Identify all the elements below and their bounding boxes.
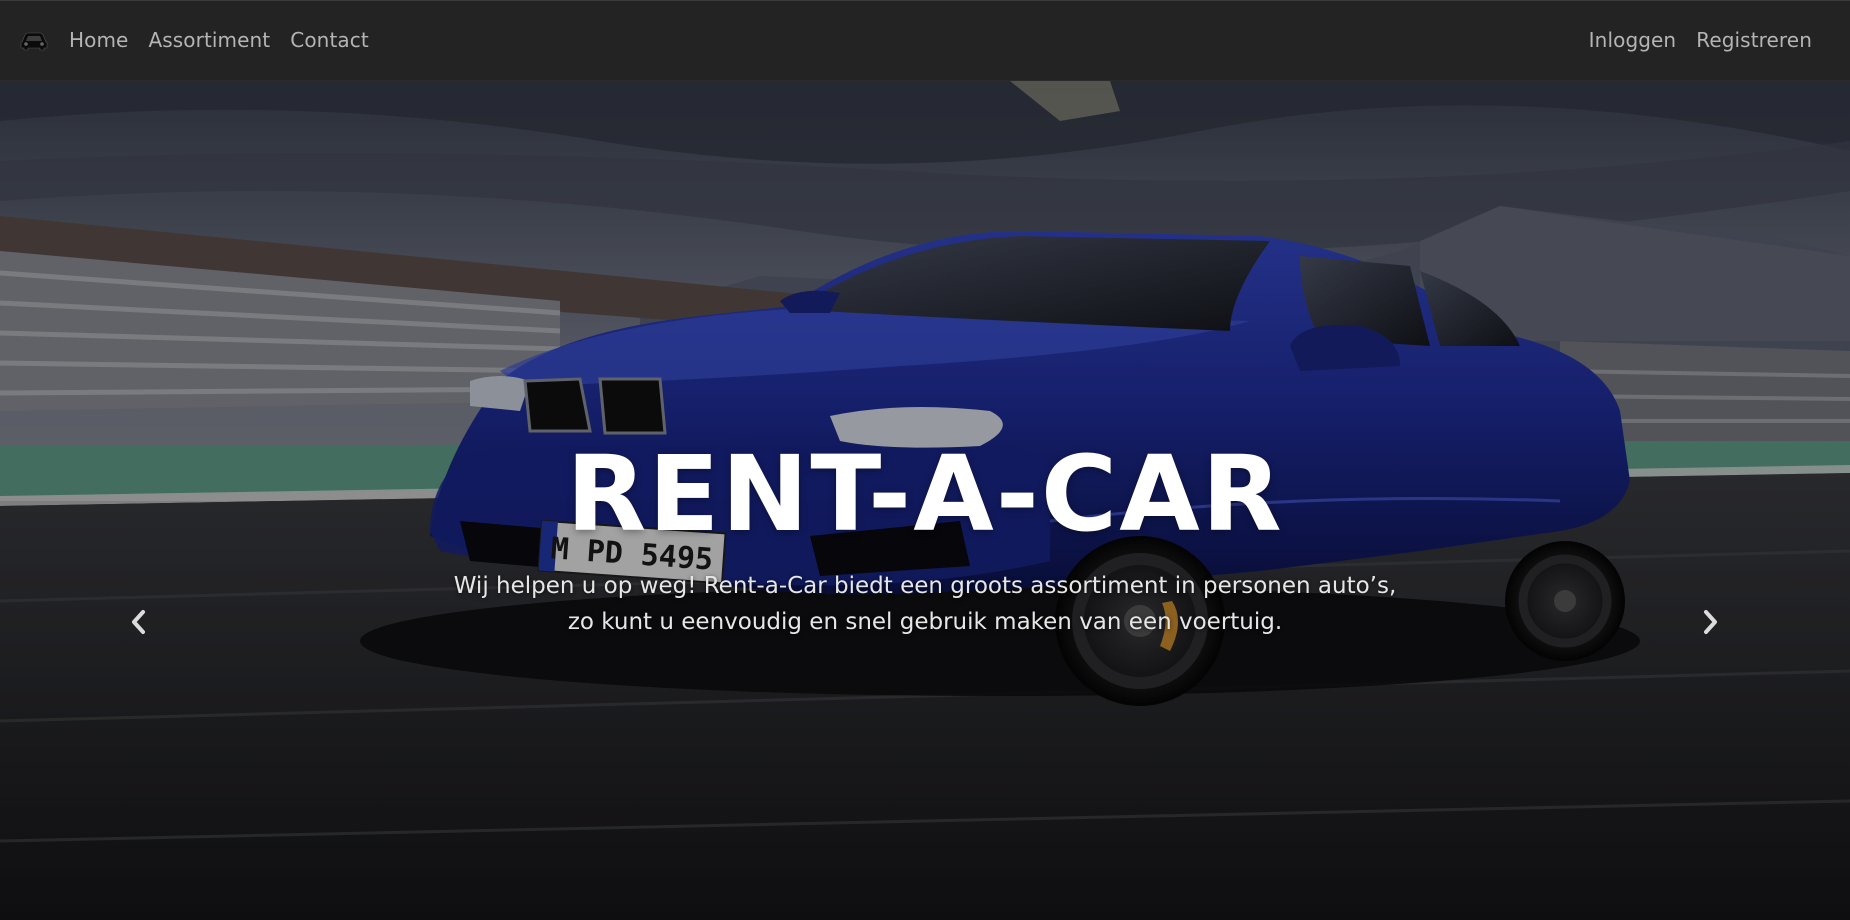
- navbar: Home Assortiment Contact Inloggen Regist…: [0, 0, 1850, 81]
- chevron-left-icon: [132, 610, 145, 634]
- carousel-prev-button[interactable]: [108, 587, 168, 657]
- nav-left: Home Assortiment Contact: [19, 0, 379, 81]
- nav-link-inloggen[interactable]: Inloggen: [1579, 0, 1687, 81]
- nav-right: Inloggen Registreren: [1579, 0, 1822, 81]
- nav-link-home[interactable]: Home: [59, 0, 138, 81]
- nav-link-contact[interactable]: Contact: [280, 0, 379, 81]
- hero-overlay: [0, 81, 1850, 920]
- hero-carousel: M PD 5495 RENT-A-CAR Wij helpen u op weg…: [0, 81, 1850, 920]
- chevron-right-icon: [1704, 610, 1717, 634]
- carousel-next-button[interactable]: [1681, 587, 1741, 657]
- nav-link-registreren[interactable]: Registreren: [1686, 0, 1822, 81]
- nav-link-assortiment[interactable]: Assortiment: [138, 0, 280, 81]
- car-icon[interactable]: [19, 29, 51, 53]
